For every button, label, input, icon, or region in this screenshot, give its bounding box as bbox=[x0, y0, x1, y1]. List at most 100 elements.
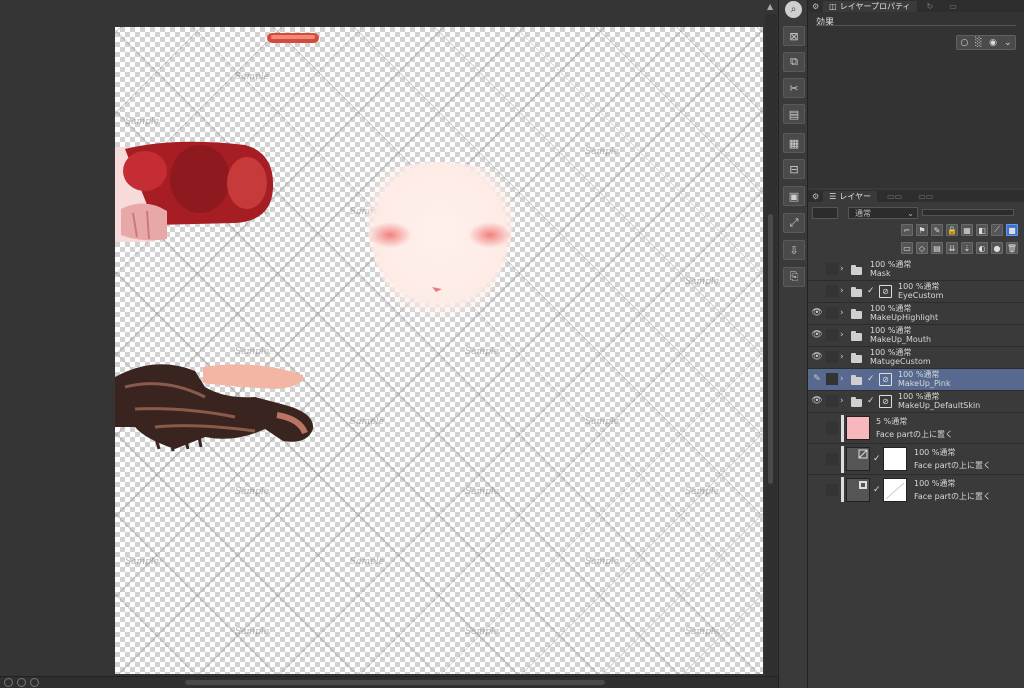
panel-menu-icon[interactable]: ⚙ bbox=[812, 2, 819, 11]
eye-icon[interactable]: 👁 bbox=[811, 396, 823, 408]
layer-color-icon[interactable]: ◉ bbox=[989, 38, 997, 48]
layer-controls: 通常 ⌄ ⌐ ⚑ ✎ 🔒 ▦ ◧ ⟋ ■ ▭ ◇ ▤ ⇊ ⇣ ◐ ● 🗑 bbox=[808, 203, 1024, 261]
layer-lock-toggle[interactable] bbox=[826, 351, 838, 363]
opacity-slider[interactable] bbox=[922, 209, 1014, 216]
layer-lock-toggle[interactable] bbox=[826, 484, 838, 496]
chevron-down-icon[interactable]: ⌄ bbox=[1004, 38, 1012, 48]
canvas-area[interactable]: Sample Sample Sample Sample Sample Sampl… bbox=[0, 0, 778, 688]
watermark: Sample bbox=[235, 627, 270, 637]
layer-lock-toggle[interactable] bbox=[826, 422, 838, 434]
rotate-icon[interactable] bbox=[30, 678, 39, 687]
new-vector-layer-icon[interactable]: ◇ bbox=[916, 242, 928, 254]
layer-lock-toggle[interactable] bbox=[826, 453, 838, 465]
chevron-right-icon[interactable]: › bbox=[840, 286, 844, 296]
tab-layer-properties[interactable]: ◫ レイヤープロパティ bbox=[823, 0, 917, 12]
face-skin-texture bbox=[366, 162, 514, 320]
eye-icon[interactable]: 👁 bbox=[811, 330, 823, 342]
layer-lock-toggle[interactable] bbox=[826, 373, 838, 385]
folder-icon[interactable]: ▣ bbox=[783, 186, 805, 206]
chevron-right-icon[interactable]: › bbox=[840, 396, 844, 406]
layer-row-mask[interactable]: › 100 %通常 Mask bbox=[808, 259, 1024, 281]
vertical-scrollbar[interactable]: ▲ bbox=[765, 2, 777, 676]
draft-icon[interactable]: ✎ bbox=[931, 224, 943, 236]
copy-icon[interactable]: ⧉ bbox=[783, 52, 805, 72]
layer-lock-toggle[interactable] bbox=[826, 329, 838, 341]
merge-icon[interactable]: ⊟ bbox=[783, 159, 805, 179]
chevron-right-icon[interactable]: › bbox=[840, 264, 844, 274]
chevron-right-icon[interactable]: › bbox=[840, 374, 844, 384]
paste-icon[interactable]: ▤ bbox=[783, 104, 805, 124]
layer-row-makeuphighlight[interactable]: 👁 › 100 %通常 MakeUpHighlight bbox=[808, 303, 1024, 325]
chevron-right-icon[interactable]: › bbox=[840, 308, 844, 318]
clip-icon[interactable]: ⌐ bbox=[901, 224, 913, 236]
effect-buttons[interactable]: ○ ░ ◉ ⌄ bbox=[956, 35, 1016, 50]
layer-list-empty-space[interactable] bbox=[808, 502, 1024, 688]
reference-layer-icon[interactable]: ⚑ bbox=[916, 224, 928, 236]
properties-tabbar: ⚙ ◫ レイヤープロパティ ↻ ▭ bbox=[808, 0, 1024, 12]
clipping-indicator bbox=[841, 415, 844, 442]
layer-mode-dropdown[interactable] bbox=[812, 207, 838, 219]
tab-extra-2[interactable]: ▭ bbox=[943, 1, 963, 12]
horizontal-scrollbar[interactable] bbox=[0, 676, 778, 688]
lock-transparent-icon[interactable]: ▦ bbox=[961, 224, 973, 236]
tab-extra-4[interactable]: ▭▭ bbox=[912, 191, 939, 202]
horizontal-scroll-thumb[interactable] bbox=[185, 680, 605, 685]
layer-row-makeup-mouth[interactable]: 👁 › 100 %通常 MakeUp_Mouth bbox=[808, 325, 1024, 347]
layer-row-makeup-pink[interactable]: ✎ › ✓ ⊘ 100 %通常 MakeUp_Pink bbox=[808, 369, 1024, 391]
layer-toolbar-2: ▭ ◇ ▤ ⇊ ⇣ ◐ ● 🗑 bbox=[808, 240, 1024, 256]
new-raster-layer-icon[interactable]: ▭ bbox=[901, 242, 913, 254]
layer-color-toggle-icon[interactable]: ■ bbox=[1006, 224, 1018, 236]
layer-lock-toggle[interactable] bbox=[826, 307, 838, 319]
lock-icon[interactable]: 🔒 bbox=[946, 224, 958, 236]
apply-mask-icon[interactable]: ● bbox=[991, 242, 1003, 254]
tone-effect-icon[interactable]: ░ bbox=[975, 38, 982, 48]
tab-extra-3[interactable]: ▭▭ bbox=[881, 191, 908, 202]
canvas[interactable]: Sample Sample Sample Sample Sample Sampl… bbox=[115, 27, 763, 674]
mask-link-check-icon: ✓ bbox=[867, 374, 875, 384]
eye-icon[interactable]: 👁 bbox=[811, 308, 823, 320]
watermark: Sample bbox=[685, 627, 720, 637]
layer-row-fill-pink[interactable]: 5 %通常 Face partの上に置く bbox=[808, 413, 1024, 444]
layer-lock-toggle[interactable] bbox=[826, 395, 838, 407]
mask-enable-icon[interactable]: ◧ bbox=[976, 224, 988, 236]
ruler-icon[interactable]: ⟋ bbox=[991, 224, 1003, 236]
reference-icon[interactable]: ⎘ bbox=[783, 267, 805, 287]
delete-layer-icon[interactable]: 🗑 bbox=[1006, 242, 1018, 254]
layer-row-matugecustom[interactable]: 👁 › 100 %通常 MatugeCustom bbox=[808, 347, 1024, 369]
watermark: Sample bbox=[585, 147, 620, 157]
vertical-scroll-thumb[interactable] bbox=[768, 214, 773, 484]
clear-layer-icon[interactable]: ⊠ bbox=[783, 26, 805, 46]
add-mask-icon[interactable]: ◐ bbox=[976, 242, 988, 254]
layer-lock-toggle[interactable] bbox=[826, 263, 838, 275]
tab-extra-1[interactable]: ↻ bbox=[921, 1, 940, 12]
export-icon[interactable]: ⇩ bbox=[783, 240, 805, 260]
chevron-right-icon[interactable]: › bbox=[840, 330, 844, 340]
layer-lock-toggle[interactable] bbox=[826, 285, 838, 297]
layer-properties-icon: ◫ bbox=[829, 1, 837, 11]
divider bbox=[816, 25, 1016, 26]
layer-row-makeup-defaultskin[interactable]: 👁 › ✓ ⊘ 100 %通常 MakeUp_DefaultSkin bbox=[808, 391, 1024, 413]
transfer-down-icon[interactable]: ⇊ bbox=[946, 242, 958, 254]
zoom-in-icon[interactable] bbox=[17, 678, 26, 687]
layer-row-eyecustom[interactable]: › ✓ ⊘ 100 %通常 EyeCustom bbox=[808, 281, 1024, 303]
duplicate-icon[interactable]: ▦ bbox=[783, 133, 805, 153]
search-icon[interactable]: ⌕ bbox=[785, 1, 802, 18]
scroll-up-icon[interactable]: ▲ bbox=[767, 2, 773, 11]
watermark: Sample bbox=[465, 627, 500, 637]
layer-row-gradient-1[interactable]: ✓ 100 %通常 Face partの上に置く bbox=[808, 444, 1024, 475]
border-effect-icon[interactable]: ○ bbox=[960, 38, 968, 48]
transform-icon[interactable]: ⤢ bbox=[783, 213, 805, 233]
panel-menu-icon[interactable]: ⚙ bbox=[812, 192, 819, 201]
eye-icon[interactable]: 👁 bbox=[811, 352, 823, 364]
merge-down-icon[interactable]: ⇣ bbox=[961, 242, 973, 254]
eyelash-texture bbox=[115, 364, 314, 452]
watermark: Sample bbox=[235, 487, 270, 497]
navigator-controls bbox=[4, 678, 39, 687]
zoom-out-icon[interactable] bbox=[4, 678, 13, 687]
gradient-layer-icon bbox=[846, 447, 870, 471]
chevron-right-icon[interactable]: › bbox=[840, 352, 844, 362]
new-folder-icon[interactable]: ▤ bbox=[931, 242, 943, 254]
tab-layer[interactable]: ☰ レイヤー bbox=[823, 190, 878, 202]
blend-mode-select[interactable]: 通常 ⌄ bbox=[848, 207, 918, 219]
cut-icon[interactable]: ✂ bbox=[783, 78, 805, 98]
